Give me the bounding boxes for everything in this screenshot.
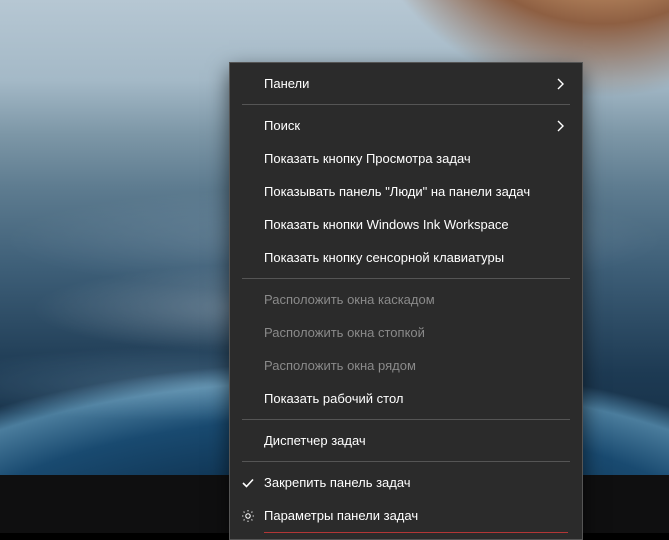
menu-label: Расположить окна рядом bbox=[264, 358, 416, 373]
menu-show-ink-workspace[interactable]: Показать кнопки Windows Ink Workspace bbox=[230, 208, 582, 241]
checkmark-icon bbox=[240, 475, 256, 491]
menu-lock-taskbar[interactable]: Закрепить панель задач bbox=[230, 466, 582, 499]
separator bbox=[242, 104, 570, 105]
separator bbox=[242, 461, 570, 462]
menu-label: Закрепить панель задач bbox=[264, 475, 411, 490]
menu-side-by-side-windows: Расположить окна рядом bbox=[230, 349, 582, 382]
menu-label: Показать кнопку Просмотра задач bbox=[264, 151, 471, 166]
menu-show-people-panel[interactable]: Показывать панель "Люди" на панели задач bbox=[230, 175, 582, 208]
menu-label: Показать кнопки Windows Ink Workspace bbox=[264, 217, 509, 232]
menu-label: Показывать панель "Люди" на панели задач bbox=[264, 184, 530, 199]
menu-label: Показать рабочий стол bbox=[264, 391, 403, 406]
menu-label: Панели bbox=[264, 76, 309, 91]
menu-search[interactable]: Поиск bbox=[230, 109, 582, 142]
chevron-right-icon bbox=[554, 77, 568, 91]
menu-show-taskview-button[interactable]: Показать кнопку Просмотра задач bbox=[230, 142, 582, 175]
menu-label: Параметры панели задач bbox=[264, 508, 418, 523]
menu-label: Расположить окна каскадом bbox=[264, 292, 435, 307]
menu-label: Поиск bbox=[264, 118, 300, 133]
menu-taskbar-settings[interactable]: Параметры панели задач bbox=[230, 499, 582, 532]
menu-cascade-windows: Расположить окна каскадом bbox=[230, 283, 582, 316]
separator bbox=[242, 419, 570, 420]
gear-icon bbox=[240, 508, 256, 524]
menu-label: Показать кнопку сенсорной клавиатуры bbox=[264, 250, 504, 265]
taskbar-context-menu: Панели Поиск Показать кнопку Просмотра з… bbox=[229, 62, 583, 540]
menu-label: Расположить окна стопкой bbox=[264, 325, 425, 340]
menu-task-manager[interactable]: Диспетчер задач bbox=[230, 424, 582, 457]
separator bbox=[242, 278, 570, 279]
menu-show-touch-keyboard[interactable]: Показать кнопку сенсорной клавиатуры bbox=[230, 241, 582, 274]
menu-label: Диспетчер задач bbox=[264, 433, 366, 448]
chevron-right-icon bbox=[554, 119, 568, 133]
menu-show-desktop[interactable]: Показать рабочий стол bbox=[230, 382, 582, 415]
menu-stack-windows: Расположить окна стопкой bbox=[230, 316, 582, 349]
menu-toolbars[interactable]: Панели bbox=[230, 67, 582, 100]
